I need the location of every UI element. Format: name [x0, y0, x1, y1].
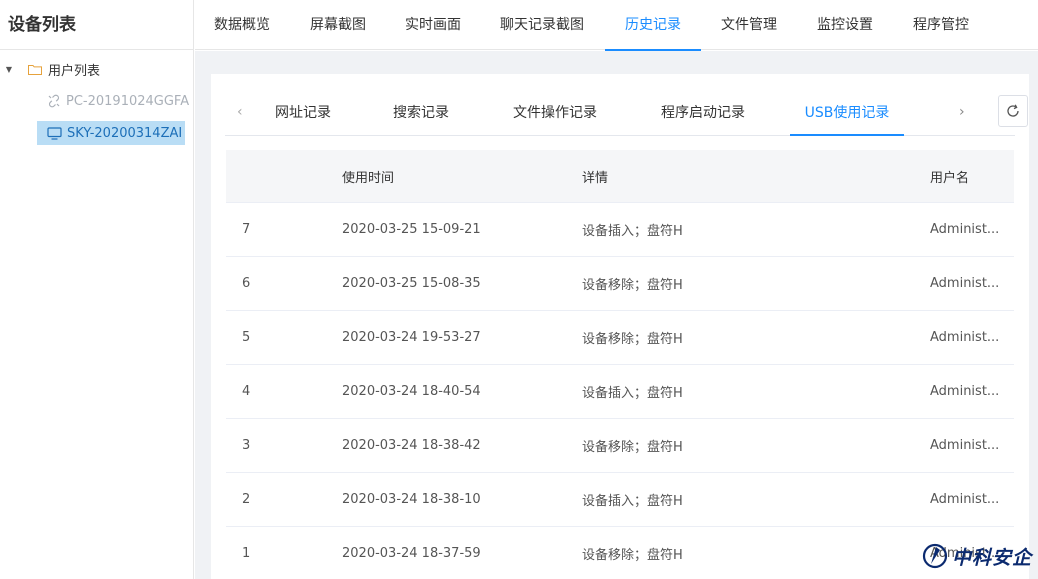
table-row[interactable]: 5 2020-03-24 19-53-27 设备移除；盘符H Administ.…: [226, 311, 1014, 365]
tab-program-control[interactable]: 程序管控: [893, 0, 989, 50]
cell-detail: 设备移除；盘符H: [582, 278, 683, 293]
cell-time: 2020-03-24 18-40-54: [342, 384, 481, 399]
tree-node-user-list[interactable]: ▼ 用户列表: [0, 58, 100, 80]
header-cell-detail: 详情: [582, 170, 609, 186]
cell-time: 2020-03-24 18-38-10: [342, 492, 481, 507]
cell-time: 2020-03-24 18-38-42: [342, 438, 481, 453]
cell-detail: 设备移除；盘符H: [582, 548, 683, 563]
cell-id: 6: [242, 276, 251, 291]
tree-node-label: 用户列表: [48, 63, 101, 79]
cell-time: 2020-03-25 15-08-35: [342, 276, 481, 291]
cell-user: Administ...: [930, 438, 1000, 453]
table-row[interactable]: 4 2020-03-24 18-40-54 设备插入；盘符H Administ.…: [226, 365, 1014, 419]
chevron-left-icon[interactable]: ‹: [237, 104, 243, 120]
header-cell-user: 用户名: [930, 170, 970, 186]
device-name: SKY-20200314ZAI: [67, 125, 183, 141]
link-broken-icon: [48, 94, 60, 108]
cell-detail: 设备插入；盘符H: [582, 494, 683, 509]
header-cell-time: 使用时间: [342, 170, 395, 186]
history-panel: ‹ 网址记录 搜索记录 文件操作记录 程序启动记录 USB使用记录 › 使用时间…: [211, 74, 1029, 579]
cell-id: 1: [242, 546, 251, 561]
content-area: ‹ 网址记录 搜索记录 文件操作记录 程序启动记录 USB使用记录 › 使用时间…: [195, 51, 1038, 579]
sidebar-title: 设备列表: [0, 0, 193, 50]
subtab-file-operation-records[interactable]: 文件操作记录: [509, 94, 601, 135]
tab-chat-screenshots[interactable]: 聊天记录截图: [479, 0, 605, 50]
table-row[interactable]: 6 2020-03-25 15-08-35 设备移除；盘符H Administ.…: [226, 257, 1014, 311]
device-item-offline[interactable]: PC-20191024GGFA: [47, 90, 194, 112]
cell-time: 2020-03-24 18-37-59: [342, 546, 481, 561]
caret-down-icon[interactable]: ▼: [0, 65, 18, 74]
subtab-program-launch-records[interactable]: 程序启动记录: [657, 94, 749, 135]
usb-records-table: 使用时间 详情 用户名 7 2020-03-25 15-09-21 设备插入；盘…: [226, 150, 1014, 579]
watermark-text: 中科安企: [952, 546, 1033, 569]
device-item-selected[interactable]: SKY-20200314ZAI: [37, 121, 185, 145]
table-row[interactable]: 7 2020-03-25 15-09-21 设备插入；盘符H Administ.…: [226, 203, 1014, 257]
tab-monitor-settings[interactable]: 监控设置: [797, 0, 893, 50]
cell-user: Administ...: [930, 222, 1000, 237]
cell-id: 5: [242, 330, 251, 345]
cell-user: Administ...: [930, 492, 1000, 507]
logo-icon: [922, 543, 948, 569]
refresh-button[interactable]: [998, 95, 1028, 127]
cell-user: Administ...: [930, 384, 1000, 399]
cell-time: 2020-03-24 19-53-27: [342, 330, 481, 345]
tab-screenshots[interactable]: 屏幕截图: [289, 0, 387, 50]
cell-user: Administ...: [930, 276, 1000, 291]
subtab-usb-records[interactable]: USB使用记录: [790, 94, 904, 136]
table-header: 使用时间 详情 用户名: [226, 150, 1014, 203]
app-window: 设备列表 ▼ 用户列表 PC-20191024GGFA SKY-20200314…: [0, 0, 1038, 579]
folder-icon: [28, 64, 42, 75]
cell-detail: 设备插入；盘符H: [582, 386, 683, 401]
subtab-url-records[interactable]: 网址记录: [271, 94, 335, 135]
chevron-right-icon[interactable]: ›: [959, 104, 965, 120]
cell-detail: 设备插入；盘符H: [582, 224, 683, 239]
device-sidebar: 设备列表 ▼ 用户列表 PC-20191024GGFA SKY-20200314…: [0, 0, 194, 579]
watermark-logo: 中科安企: [922, 540, 1032, 572]
table-row[interactable]: 1 2020-03-24 18-37-59 设备移除；盘符H Administ.…: [226, 527, 1014, 579]
cell-time: 2020-03-25 15-09-21: [342, 222, 481, 237]
table-row[interactable]: 3 2020-03-24 18-38-42 设备移除；盘符H Administ.…: [226, 419, 1014, 473]
tab-history[interactable]: 历史记录: [605, 0, 701, 51]
cell-detail: 设备移除；盘符H: [582, 440, 683, 455]
table-row[interactable]: 2 2020-03-24 18-38-10 设备插入；盘符H Administ.…: [226, 473, 1014, 527]
tab-file-management[interactable]: 文件管理: [701, 0, 797, 50]
cell-id: 2: [242, 492, 251, 507]
subtab-search-records[interactable]: 搜索记录: [389, 94, 453, 135]
cell-detail: 设备移除；盘符H: [582, 332, 683, 347]
tab-live-view[interactable]: 实时画面: [387, 0, 479, 50]
refresh-icon: [1007, 104, 1019, 117]
cell-id: 7: [242, 222, 251, 237]
cell-id: 3: [242, 438, 251, 453]
monitor-icon: [47, 126, 62, 140]
cell-user: Administ...: [930, 330, 1000, 345]
tab-data-overview[interactable]: 数据概览: [195, 0, 289, 50]
device-name: PC-20191024GGFA: [66, 93, 190, 109]
cell-id: 4: [242, 384, 251, 399]
top-tab-bar: 数据概览 屏幕截图 实时画面 聊天记录截图 历史记录 文件管理 监控设置 程序管…: [195, 0, 1038, 51]
history-subtabs: ‹ 网址记录 搜索记录 文件操作记录 程序启动记录 USB使用记录 ›: [225, 94, 1015, 136]
